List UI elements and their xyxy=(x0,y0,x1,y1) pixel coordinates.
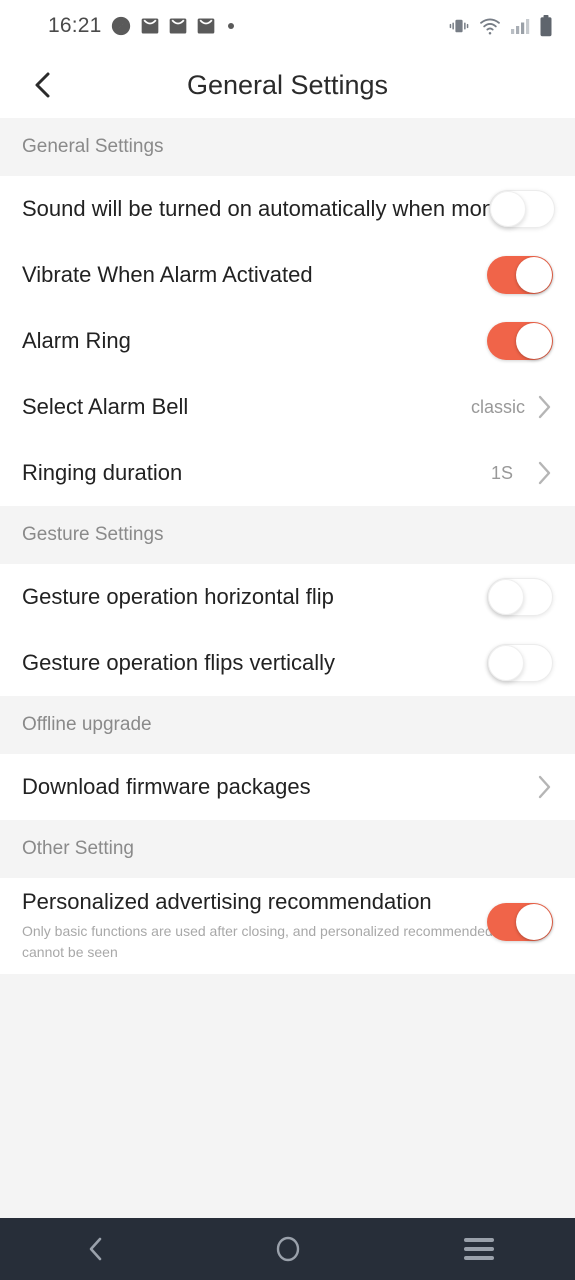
toggle-vibrate-when-alarm[interactable] xyxy=(487,256,553,294)
phone-screen: 16:21 General Settings General Settings … xyxy=(0,0,575,1280)
back-button[interactable] xyxy=(10,52,76,118)
app-title-bar: General Settings xyxy=(0,52,575,118)
system-navigation-bar xyxy=(0,1218,575,1280)
row-value: classic xyxy=(470,396,525,417)
section-body-gesture: Gesture operation horizontal flip Gestur… xyxy=(0,564,575,696)
toggle-alarm-ring[interactable] xyxy=(487,322,553,360)
status-bar: 16:21 xyxy=(0,0,575,52)
row-ringing-duration[interactable]: Ringing duration 1S xyxy=(0,440,575,506)
recents-icon xyxy=(464,1233,495,1265)
row-left: Alarm Ring xyxy=(22,327,131,355)
row-label: Vibrate When Alarm Activated xyxy=(22,262,313,288)
row-left: Vibrate When Alarm Activated xyxy=(22,261,313,289)
row-right xyxy=(487,903,553,941)
row-gesture-vertical-flip[interactable]: Gesture operation flips vertically xyxy=(0,630,575,696)
settings-list: General Settings Sound will be turned on… xyxy=(0,118,575,1218)
section-header-gesture: Gesture Settings xyxy=(0,506,575,564)
row-label: Select Alarm Bell xyxy=(22,394,189,420)
toggle-knob xyxy=(516,904,552,940)
page-title: General Settings xyxy=(186,69,389,100)
mail-icon xyxy=(141,18,158,34)
compass-icon xyxy=(111,16,130,36)
row-left: Select Alarm Bell xyxy=(22,393,188,421)
row-label: Gesture operation flips vertically xyxy=(22,650,336,676)
row-right xyxy=(537,774,553,800)
nav-recents-button[interactable] xyxy=(383,1218,575,1280)
nav-back-button[interactable] xyxy=(0,1218,192,1280)
status-bar-right xyxy=(448,15,553,37)
mail-icon xyxy=(169,18,186,34)
row-label: Personalized advertising recommendation xyxy=(22,889,432,914)
row-right xyxy=(487,644,553,682)
vibrate-icon xyxy=(449,19,469,33)
row-right xyxy=(487,322,553,360)
row-left: Sound will be turned on automatically wh… xyxy=(22,195,494,223)
toggle-personalized-advertising[interactable] xyxy=(487,903,553,941)
section-body-offline-upgrade: Download firmware packages xyxy=(0,754,575,820)
chevron-right-icon xyxy=(538,461,551,485)
battery-icon xyxy=(540,15,552,37)
toggle-gesture-vertical-flip[interactable] xyxy=(487,644,553,682)
toggle-knob xyxy=(489,190,526,227)
row-gesture-horizontal-flip[interactable]: Gesture operation horizontal flip xyxy=(0,564,575,630)
row-label: Ringing duration xyxy=(22,460,183,486)
section-header-general: General Settings xyxy=(0,118,575,176)
row-label: Sound will be turned on automatically wh… xyxy=(22,196,495,222)
section-header-other-setting: Other Setting xyxy=(0,820,575,878)
row-value: 1S xyxy=(490,462,513,483)
row-sound-auto-on[interactable]: Sound will be turned on automatically wh… xyxy=(0,176,575,242)
row-left: Gesture operation horizontal flip xyxy=(22,583,334,611)
mail-icon xyxy=(197,18,214,34)
chevron-right-icon xyxy=(538,395,551,419)
row-select-alarm-bell[interactable]: Select Alarm Bell classic xyxy=(0,374,575,440)
toggle-gesture-horizontal-flip[interactable] xyxy=(487,578,553,616)
status-bar-left: 16:21 xyxy=(48,14,236,38)
section-body-other-setting: Personalized advertising recommendation … xyxy=(0,878,575,974)
wifi-icon xyxy=(480,18,500,35)
dot-icon xyxy=(227,23,234,29)
toggle-knob xyxy=(516,323,552,359)
row-label: Gesture operation horizontal flip xyxy=(22,584,334,610)
nav-home-button[interactable] xyxy=(192,1218,384,1280)
row-label: Alarm Ring xyxy=(22,328,131,354)
row-label: Download firmware packages xyxy=(22,774,311,800)
row-personalized-advertising[interactable]: Personalized advertising recommendation … xyxy=(0,878,575,974)
toggle-knob xyxy=(487,644,524,681)
row-left: Download firmware packages xyxy=(22,773,311,801)
row-right: 1S xyxy=(491,460,553,486)
chevron-left-icon xyxy=(35,72,50,98)
row-sublabel: Only basic functions are used after clos… xyxy=(22,922,543,960)
row-right: classic xyxy=(471,394,553,420)
row-alarm-ring[interactable]: Alarm Ring xyxy=(0,308,575,374)
signal-icon xyxy=(511,19,530,34)
row-left: Personalized advertising recommendation … xyxy=(22,888,552,963)
chevron-right-icon xyxy=(538,775,551,799)
section-header-offline-upgrade: Offline upgrade xyxy=(0,696,575,754)
back-icon xyxy=(89,1237,102,1261)
row-right xyxy=(487,578,553,616)
row-right xyxy=(487,256,553,294)
row-vibrate-when-alarm[interactable]: Vibrate When Alarm Activated xyxy=(0,242,575,308)
row-right xyxy=(489,190,555,228)
toggle-knob xyxy=(487,578,524,615)
status-time: 16:21 xyxy=(48,14,102,37)
toggle-knob xyxy=(516,257,552,293)
row-left: Ringing duration xyxy=(22,459,182,487)
section-body-general: Sound will be turned on automatically wh… xyxy=(0,176,575,506)
row-download-firmware-packages[interactable]: Download firmware packages xyxy=(0,754,575,820)
home-icon xyxy=(276,1236,299,1262)
row-left: Gesture operation flips vertically xyxy=(22,649,335,677)
list-empty-area xyxy=(0,974,575,1218)
toggle-sound-auto-on[interactable] xyxy=(489,190,555,228)
